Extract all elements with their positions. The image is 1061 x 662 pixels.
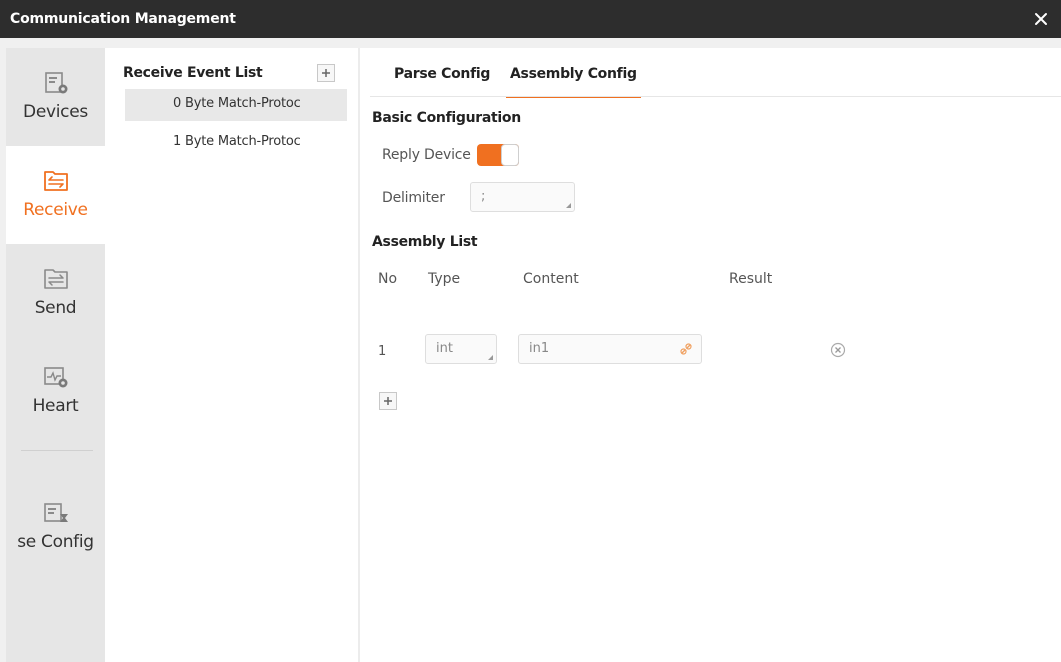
content-input[interactable]: in1 [518, 334, 702, 364]
column-header-result: Result [729, 271, 773, 287]
tab-label: Parse Config [394, 66, 491, 82]
receive-folder-icon [43, 171, 68, 191]
nav-label-heart: Heart [32, 396, 79, 416]
resize-corner-icon [566, 203, 571, 208]
reply-device-label: Reply Device [382, 147, 471, 163]
column-header-content: Content [523, 271, 579, 287]
close-circle-icon [830, 342, 846, 358]
assembly-list-title: Assembly List [372, 234, 478, 250]
reply-device-toggle[interactable] [477, 144, 519, 166]
nav-label-devices: Devices [23, 102, 88, 122]
plus-icon [384, 397, 392, 405]
close-icon [1035, 13, 1047, 25]
resize-corner-icon [488, 355, 493, 360]
nav-item-devices[interactable]: Devices [6, 48, 105, 146]
nav-label-receive: Receive [23, 200, 88, 220]
basic-configuration-title: Basic Configuration [372, 110, 521, 126]
link-icon[interactable] [679, 342, 693, 356]
event-list-header: Receive Event List [123, 65, 263, 81]
tab-assembly-config[interactable]: Assembly Config [506, 66, 641, 98]
nav-divider [21, 450, 93, 451]
nav-item-heart[interactable]: Heart [6, 342, 105, 440]
tab-parse-config[interactable]: Parse Config [394, 66, 490, 96]
communication-management-window: Communication Management Devices Receive… [0, 0, 1061, 662]
window-title: Communication Management [10, 11, 236, 27]
tab-label: Assembly Config [510, 66, 637, 82]
close-button[interactable] [1029, 7, 1053, 31]
add-assembly-row-button[interactable] [379, 392, 397, 410]
left-nav: Devices Receive Send Heart se Config [6, 48, 105, 662]
type-value: int [436, 341, 453, 356]
column-header-no: No [378, 271, 398, 287]
send-folder-icon [43, 269, 68, 289]
delimiter-value: ; [481, 189, 486, 204]
event-list-item[interactable]: 0 Byte Match-Protoc [125, 89, 347, 121]
event-item-label: 1 Byte Match-Protoc [173, 134, 301, 149]
nav-label-response-config: se Config [17, 532, 94, 552]
nav-label-send: Send [34, 298, 77, 318]
plus-icon [322, 69, 330, 77]
receive-event-panel: Receive Event List 0 Byte Match-Protoc 1… [105, 48, 358, 662]
delimiter-label: Delimiter [382, 190, 445, 206]
content-value: in1 [529, 341, 550, 356]
toggle-knob [501, 144, 519, 166]
config-panel: Parse Config Assembly Config Basic Confi… [360, 48, 1061, 662]
nav-item-receive[interactable]: Receive [6, 146, 105, 244]
delimiter-input[interactable]: ; [470, 182, 575, 212]
type-select[interactable]: int [425, 334, 497, 364]
heartbeat-settings-icon [43, 367, 67, 388]
title-bar: Communication Management [0, 0, 1061, 38]
tab-underline [370, 96, 1061, 97]
devices-settings-icon [44, 72, 67, 94]
event-list-item[interactable]: 1 Byte Match-Protoc [125, 127, 347, 159]
add-event-button[interactable] [317, 64, 335, 82]
content-frame: Devices Receive Send Heart se Config Rec… [0, 38, 1061, 662]
nav-item-send[interactable]: Send [6, 244, 105, 342]
column-header-type: Type [428, 271, 461, 287]
remove-row-button[interactable] [830, 342, 846, 358]
row-number: 1 [378, 344, 387, 359]
response-config-icon [43, 503, 68, 522]
event-item-label: 0 Byte Match-Protoc [173, 96, 301, 111]
nav-item-response-config[interactable]: se Config [6, 478, 105, 576]
